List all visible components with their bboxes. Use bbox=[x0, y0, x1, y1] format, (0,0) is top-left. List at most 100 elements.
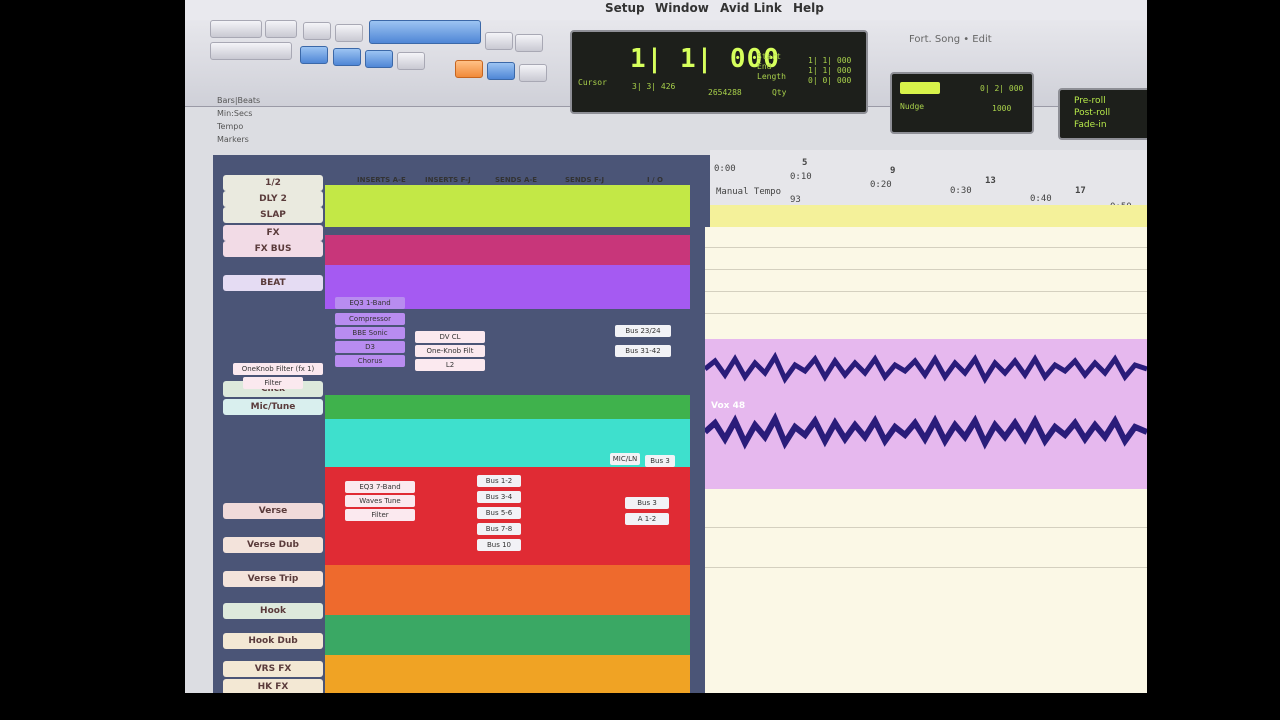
beat-insert-1[interactable]: EQ3 1-Band bbox=[335, 297, 405, 309]
beat-insert-2[interactable]: Compressor bbox=[335, 313, 405, 325]
track-name-fx[interactable]: FX bbox=[223, 225, 323, 241]
beat-insert-4[interactable]: D3 bbox=[335, 341, 405, 353]
track-name-mic-tune[interactable]: Mic/Tune bbox=[223, 399, 323, 415]
ruler-tempo[interactable]: Tempo bbox=[217, 122, 437, 135]
post-roll-label[interactable]: Post-roll bbox=[1074, 108, 1110, 118]
slip-mode-button[interactable] bbox=[333, 48, 361, 66]
track-name-verse-trip[interactable]: Verse Trip bbox=[223, 571, 323, 587]
track-band-1 bbox=[325, 185, 690, 227]
main-counter: 1| 1| 000 Cursor 3| 3| 426 2654288 Qty S… bbox=[570, 30, 868, 114]
smart-tool-button[interactable] bbox=[369, 20, 481, 44]
menu-window[interactable]: Window bbox=[655, 1, 709, 15]
shuffle-mode-button[interactable] bbox=[365, 50, 393, 68]
ruler-markers[interactable]: Markers bbox=[217, 135, 437, 148]
track-band-hook bbox=[325, 615, 690, 655]
verse-send-2[interactable]: Bus 3-4 bbox=[477, 491, 521, 503]
nudge-label: Nudge bbox=[900, 102, 925, 111]
pre-roll-label[interactable]: Pre-roll bbox=[1074, 96, 1106, 106]
grid-nudge-box: 0| 2| 000 Nudge 1000 bbox=[890, 72, 1034, 134]
verse-insert-1[interactable]: EQ3 7-Band bbox=[345, 481, 415, 493]
grid-mode-button[interactable] bbox=[300, 46, 328, 64]
link-button[interactable] bbox=[455, 60, 483, 78]
select-tool-button[interactable] bbox=[335, 24, 363, 42]
lane-divider bbox=[705, 269, 1147, 270]
mic-io-output[interactable]: Bus 3 bbox=[645, 455, 675, 467]
fade-in-label[interactable]: Fade-in bbox=[1074, 120, 1107, 130]
timeline-ruler[interactable]: 0:00 0:10 0:20 0:30 0:40 0:50 5 9 13 17 bbox=[710, 150, 1147, 212]
mic-io-input[interactable]: MIC/LN bbox=[610, 453, 640, 465]
bar-marker-5: 5 bbox=[802, 158, 808, 168]
trim-tool-button[interactable] bbox=[303, 22, 331, 40]
verse-send-5[interactable]: Bus 10 bbox=[477, 539, 521, 551]
beat-plugin-name[interactable]: OneKnob Filter (fx 1) bbox=[233, 363, 323, 375]
verse-insert-3[interactable]: Filter bbox=[345, 509, 415, 521]
ruler-bars-beats[interactable]: Bars|Beats bbox=[217, 96, 437, 109]
beat-send-1[interactable]: DV CL bbox=[415, 331, 485, 343]
tempo-value[interactable]: 93 bbox=[790, 195, 801, 205]
length-value[interactable]: 0| 0| 000 bbox=[808, 76, 851, 85]
track-name-slap[interactable]: SLAP bbox=[223, 207, 323, 223]
tempo-lane[interactable]: Manual Tempo 93 bbox=[710, 187, 1147, 227]
track-name-hook[interactable]: Hook bbox=[223, 603, 323, 619]
track-name-hk-fx[interactable]: HK FX bbox=[223, 679, 323, 693]
verse-io-1[interactable]: Bus 3 bbox=[625, 497, 669, 509]
verse-insert-2[interactable]: Waves Tune bbox=[345, 495, 415, 507]
tab-to-transient-button[interactable] bbox=[487, 62, 515, 80]
cursor-value: 3| 3| 426 bbox=[632, 82, 676, 91]
zoom-button[interactable] bbox=[210, 20, 262, 38]
end-value[interactable]: 1| 1| 000 bbox=[808, 66, 851, 75]
verse-io-2[interactable]: A 1-2 bbox=[625, 513, 669, 525]
zoom-preset-button[interactable] bbox=[265, 20, 297, 38]
track-name-dly2[interactable]: DLY 2 bbox=[223, 191, 323, 207]
ruler-min-secs[interactable]: Min:Secs bbox=[217, 109, 437, 122]
edit-playlist[interactable]: Vox 48 bbox=[705, 227, 1147, 693]
io-header: I / O bbox=[647, 176, 663, 184]
sends-fj-header: SENDS F-J bbox=[565, 176, 605, 184]
cursor-label: Cursor bbox=[578, 78, 607, 87]
mirror-midi-button[interactable] bbox=[519, 64, 547, 82]
nudge-value[interactable]: 1000 bbox=[992, 104, 1011, 113]
beat-plugin-filter[interactable]: Filter bbox=[243, 377, 303, 389]
pre-post-roll-box: Pre-roll Post-roll Fade-in bbox=[1058, 88, 1147, 140]
bar-marker-13: 13 bbox=[985, 176, 996, 186]
track-name-1-2[interactable]: 1/2 bbox=[223, 175, 323, 191]
waveform-upper bbox=[705, 351, 1147, 385]
bar-marker-9: 9 bbox=[890, 166, 896, 176]
lane-divider bbox=[705, 247, 1147, 248]
pencil-tool-button[interactable] bbox=[485, 32, 513, 50]
verse-send-4[interactable]: Bus 7-8 bbox=[477, 523, 521, 535]
time-tick-40: 0:40 bbox=[1030, 194, 1052, 204]
sends-ae-header: SENDS A-E bbox=[495, 176, 538, 184]
track-name-fx-bus[interactable]: FX BUS bbox=[223, 241, 323, 257]
track-name-hook-dub[interactable]: Hook Dub bbox=[223, 633, 323, 649]
beat-io-1[interactable]: Bus 23/24 bbox=[615, 325, 671, 337]
beat-insert-5[interactable]: Chorus bbox=[335, 355, 405, 367]
waveform-lower bbox=[705, 412, 1147, 450]
track-name-beat[interactable]: BEAT bbox=[223, 275, 323, 291]
beat-send-3[interactable]: L2 bbox=[415, 359, 485, 371]
beat-io-2[interactable]: Bus 31-42 bbox=[615, 345, 671, 357]
menu-setup[interactable]: Setup bbox=[605, 1, 645, 15]
edit-mode-button[interactable] bbox=[210, 42, 292, 60]
sample-value: 2654288 bbox=[708, 88, 742, 97]
grid-value[interactable]: 0| 2| 000 bbox=[980, 84, 1023, 93]
menu-avid-link[interactable]: Avid Link bbox=[720, 1, 782, 15]
length-label: Length bbox=[757, 72, 786, 81]
track-name-verse[interactable]: Verse bbox=[223, 503, 323, 519]
beat-insert-3[interactable]: BBE Sonic bbox=[335, 327, 405, 339]
scrubber-tool-button[interactable] bbox=[515, 34, 543, 52]
menu-help[interactable]: Help bbox=[793, 1, 824, 15]
start-value[interactable]: 1| 1| 000 bbox=[808, 56, 851, 65]
track-name-verse-dub[interactable]: Verse Dub bbox=[223, 537, 323, 553]
lane-divider bbox=[705, 291, 1147, 292]
verse-send-3[interactable]: Bus 5-6 bbox=[477, 507, 521, 519]
beat-send-2[interactable]: One-Knob Filt bbox=[415, 345, 485, 357]
time-tick-30: 0:30 bbox=[950, 186, 972, 196]
audio-clip[interactable]: Vox 48 bbox=[705, 339, 1147, 489]
time-tick-20: 0:20 bbox=[870, 180, 892, 190]
spot-mode-button[interactable] bbox=[397, 52, 425, 70]
grid-toggle[interactable] bbox=[900, 82, 940, 94]
track-name-vrs-fx[interactable]: VRS FX bbox=[223, 661, 323, 677]
edit-toolbar: 1| 1| 000 Cursor 3| 3| 426 2654288 Qty S… bbox=[185, 20, 1147, 140]
verse-send-1[interactable]: Bus 1-2 bbox=[477, 475, 521, 487]
